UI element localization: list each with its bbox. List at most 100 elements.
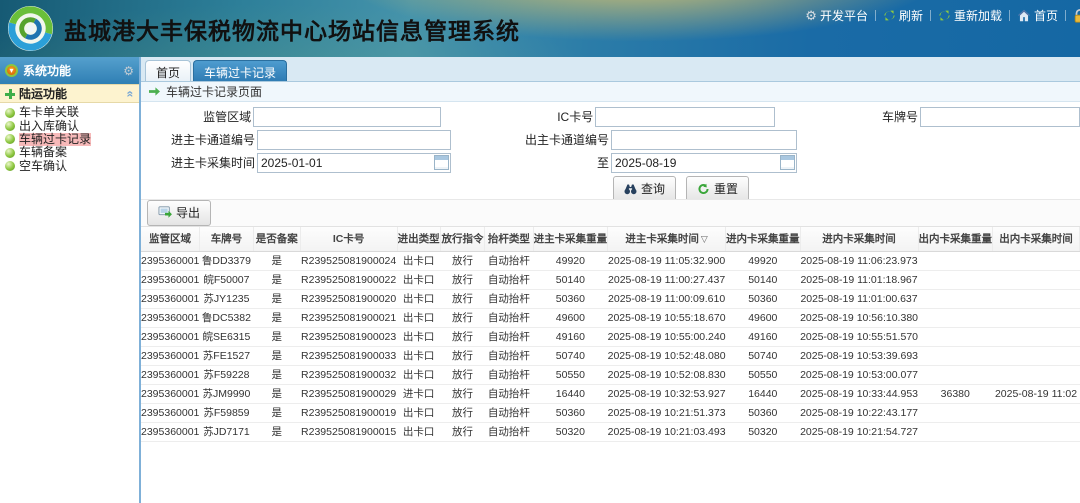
field-label: 至 [451,154,609,171]
sidebar-item-1[interactable]: 车卡单关联 [0,106,139,119]
table-row[interactable]: 2395360001苏F59859是R239525081900019出卡口放行自… [141,403,1080,422]
table-row[interactable]: 2395360001鲁DD3379是R239525081900024出卡口放行自… [141,251,1080,270]
table-cell [993,251,1080,270]
exit-main-channel-input[interactable] [611,130,797,150]
table-cell: 50740 [726,346,801,365]
column-header-3[interactable]: 是否备案 [253,227,300,251]
table-cell: 自动抬杆 [485,346,533,365]
refresh-icon [883,9,896,22]
field-label: IC卡号 [441,108,594,125]
table-row[interactable]: 2395360001鲁DC5382是R239525081900021出卡口放行自… [141,308,1080,327]
undo-arrow-icon [697,183,710,195]
table-cell: 2025-08-19 10:55:51.570 [800,327,918,346]
table-cell: 2025-08-19 11:05:32.900 [608,251,726,270]
table-row[interactable]: 2395360001苏JD7171是R239525081900015出卡口放行自… [141,422,1080,441]
sidebar: ▾ 系统功能 ⚙ 陆运功能 « 车卡单关联出入库确认车辆过卡记录车辆备案空车确认 [0,57,141,503]
table-cell: 50140 [533,270,608,289]
reload-link[interactable]: 重新加载 [938,7,1002,24]
sidebar-item-5[interactable]: 空车确认 [0,160,139,173]
table-cell: 49160 [726,327,801,346]
table-cell: 是 [253,308,300,327]
tab-home[interactable]: 首页 [145,60,191,81]
table-cell: 皖SE6315 [199,327,253,346]
table-cell: 2395360001 [141,308,199,327]
app-title: 盐城港大丰保税物流中心场站信息管理系统 [64,12,520,46]
calendar-icon[interactable] [434,155,449,170]
app-banner: 盐城港大丰保税物流中心场站信息管理系统 ⚙ 开发平台 刷新 重新加载 首页 [0,0,1080,57]
column-header-5[interactable]: 进出类型 [397,227,440,251]
tab-vehicle-pass-records[interactable]: 车辆过卡记录 [193,60,287,81]
table-cell: 2395360001 [141,365,199,384]
plate-number-input[interactable] [920,107,1080,127]
field-label: 进主卡通道编号 [141,131,255,148]
table-row[interactable]: 2395360001苏F59228是R239525081900032出卡口放行自… [141,365,1080,384]
export-icon [158,206,172,219]
column-header-11[interactable]: 进内卡采集时间 [800,227,918,251]
table-cell: R239525081900019 [300,403,397,422]
table-cell: 2025-08-19 10:53:00.077 [800,365,918,384]
table-cell: 49600 [726,308,801,327]
binoculars-icon [624,183,637,195]
column-header-7[interactable]: 抬杆类型 [485,227,533,251]
table-cell: 2025-08-19 11:02 [993,384,1080,403]
table-row[interactable]: 2395360001苏FE1527是R239525081900033出卡口放行自… [141,346,1080,365]
export-button-label: 导出 [176,204,200,221]
menu-bullet-icon [5,134,15,144]
table-cell: 16440 [726,384,801,403]
home-link[interactable]: 首页 [1017,7,1058,24]
menu-bullet-icon [5,108,15,118]
entry-main-channel-input[interactable] [257,130,451,150]
table-cell: 放行 [440,251,485,270]
table-cell: 放行 [440,289,485,308]
column-header-10[interactable]: 进内卡采集重量 [726,227,801,251]
table-cell [918,251,993,270]
dev-platform-link[interactable]: ⚙ 开发平台 [805,7,868,24]
table-cell: 2025-08-19 10:53:39.693 [800,346,918,365]
column-header-4[interactable]: IC卡号 [300,227,397,251]
column-header-6[interactable]: 放行指令 [440,227,485,251]
sidebar-header[interactable]: ▾ 系统功能 ⚙ [0,57,139,84]
table-cell: 2025-08-19 11:00:09.610 [608,289,726,308]
column-header-12[interactable]: 出内卡采集重量 [918,227,993,251]
table-cell: 2025-08-19 10:56:10.380 [800,308,918,327]
table-cell: 苏F59859 [199,403,253,422]
table-cell: 50550 [726,365,801,384]
column-header-2[interactable]: 车牌号 [199,227,253,251]
home-icon [1017,9,1031,22]
calendar-icon[interactable] [780,155,795,170]
top-links: ⚙ 开发平台 刷新 重新加载 首页 [805,7,1080,24]
table-row[interactable]: 2395360001苏JY1235是R239525081900020出卡口放行自… [141,289,1080,308]
table-cell: 50360 [726,403,801,422]
export-button[interactable]: 导出 [147,200,211,226]
ic-card-input[interactable] [595,107,775,127]
column-header-13[interactable]: 出内卡采集时间 [993,227,1080,251]
column-header-8[interactable]: 进主卡采集重量 [533,227,608,251]
collapse-chevrons-icon[interactable]: « [124,90,138,97]
sidebar-item-4[interactable]: 车辆备案 [0,146,139,159]
table-cell: 苏F59228 [199,365,253,384]
collect-time-from-input[interactable] [257,153,451,173]
column-header-9[interactable]: 进主卡采集时间▽ [608,227,726,251]
sidebar-item-label: 车辆备案 [19,146,67,159]
table-row[interactable]: 2395360001苏JM9990是R239525081900029进卡口放行自… [141,384,1080,403]
table-cell: 自动抬杆 [485,384,533,403]
table-cell: 是 [253,327,300,346]
lock-link[interactable] [1073,9,1080,23]
sidebar-group-header[interactable]: 陆运功能 « [0,84,139,103]
column-header-1[interactable]: 监管区域 [141,227,199,251]
table-cell: 放行 [440,327,485,346]
table-row[interactable]: 2395360001皖SE6315是R239525081900023出卡口放行自… [141,327,1080,346]
refresh-link[interactable]: 刷新 [883,7,923,24]
collect-time-to-input[interactable] [611,153,797,173]
supervise-area-input[interactable] [253,107,441,127]
sidebar-gear-icon[interactable]: ⚙ [123,64,134,78]
table-cell: 2395360001 [141,270,199,289]
reload-label: 重新加载 [954,7,1002,24]
table-row[interactable]: 2395360001皖F50007是R239525081900022出卡口放行自… [141,270,1080,289]
sidebar-item-2[interactable]: 出入库确认 [0,119,139,132]
table-cell: 2025-08-19 10:55:00.240 [608,327,726,346]
reset-button-label: 重置 [714,180,738,197]
table-cell: 是 [253,346,300,365]
sort-descending-icon: ▽ [701,234,708,244]
table-cell: 放行 [440,384,485,403]
